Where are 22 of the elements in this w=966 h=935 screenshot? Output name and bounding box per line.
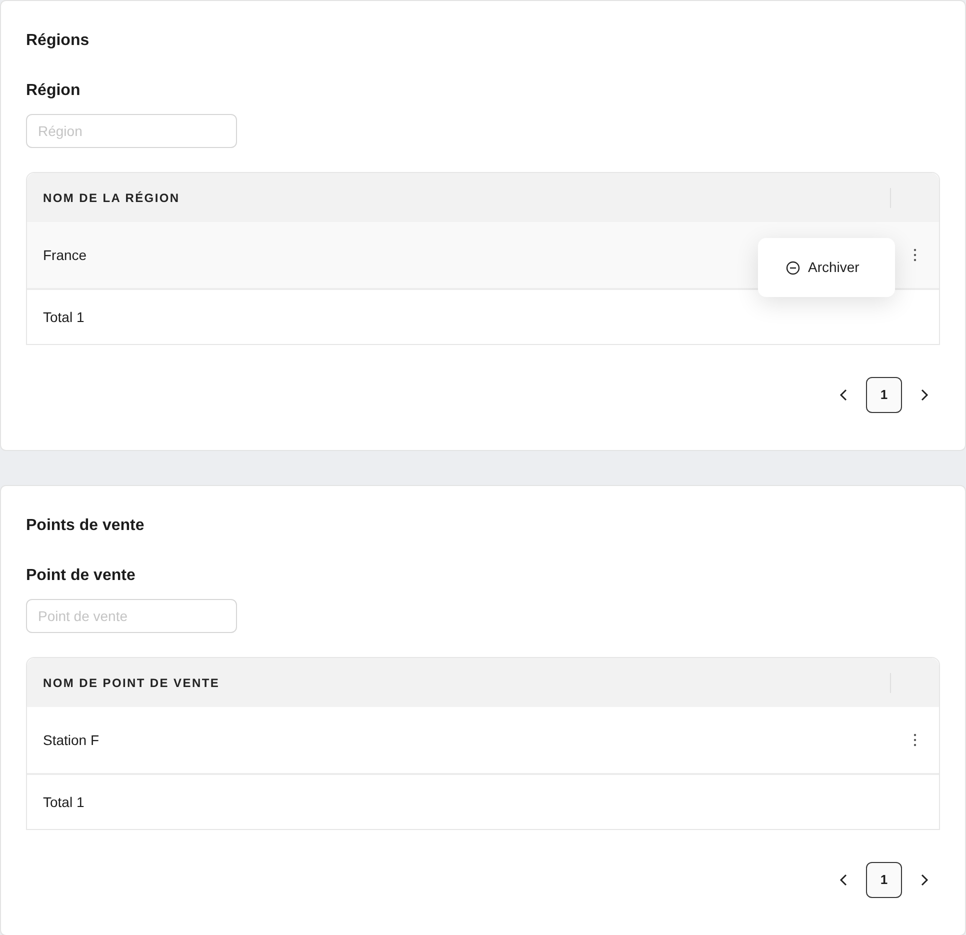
page-button[interactable]: 1 bbox=[866, 862, 902, 898]
minus-circle-icon bbox=[786, 260, 800, 274]
page-button[interactable]: 1 bbox=[866, 377, 902, 413]
table-footer-total: Total 1 bbox=[43, 308, 84, 326]
field-label: Région bbox=[26, 81, 80, 101]
field-label: Point de vente bbox=[26, 566, 136, 586]
chevron-right-icon bbox=[921, 874, 929, 886]
table-cell-text: Station F bbox=[43, 730, 100, 750]
chevron-left-icon bbox=[839, 874, 847, 886]
menu-item[interactable]: Archiver bbox=[758, 257, 895, 278]
search-field[interactable]: Point de vente bbox=[26, 599, 237, 633]
column-header: NOM DE POINT DE VENTE bbox=[43, 674, 221, 692]
table-cell-text: France bbox=[43, 246, 87, 264]
vertical-dots-icon bbox=[912, 733, 916, 747]
section-title: Régions bbox=[26, 31, 90, 51]
column-header: NOM DE LA RÉGION bbox=[43, 190, 181, 206]
vertical-dots-icon bbox=[912, 248, 916, 262]
chevron-right-icon bbox=[921, 389, 929, 401]
chevron-left-icon bbox=[839, 389, 847, 401]
table-footer-total: Total 1 bbox=[43, 792, 84, 812]
search-field[interactable]: Région bbox=[26, 114, 237, 148]
section-title: Points de vente bbox=[26, 516, 144, 536]
